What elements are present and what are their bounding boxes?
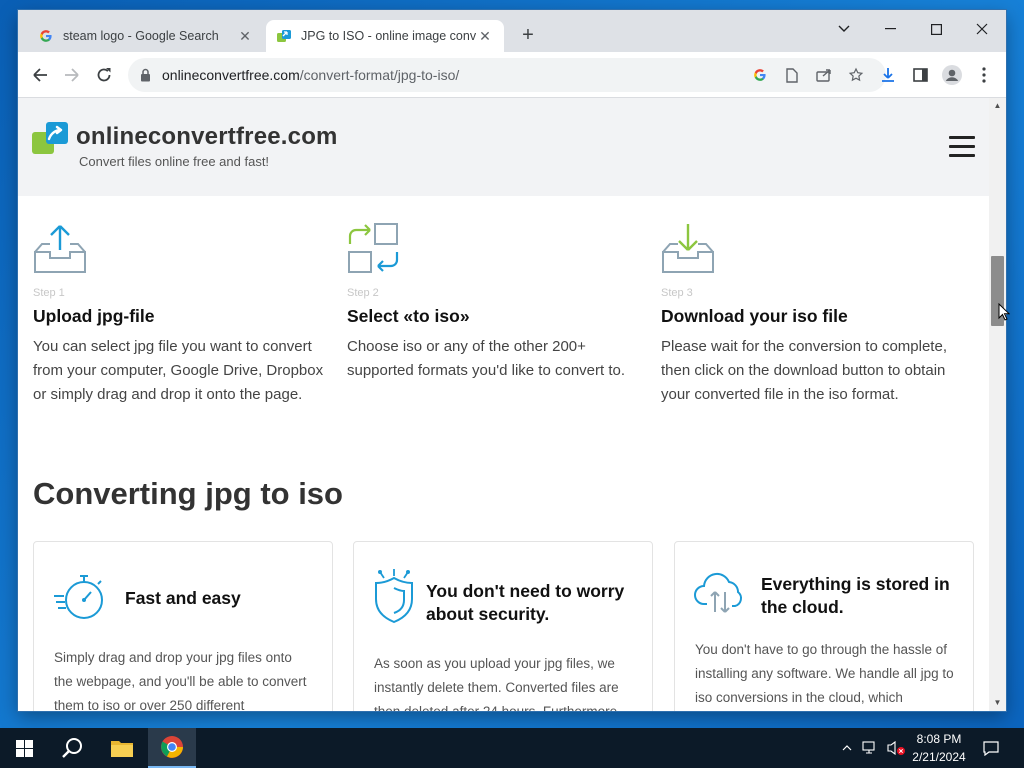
step-body: Please wait for the conversion to comple… (661, 338, 947, 403)
card-body: As soon as you upload your jpg files, we… (374, 656, 621, 711)
system-clock[interactable]: 8:08 PM 2/21/2024 (906, 730, 972, 766)
maximize-icon[interactable] (913, 14, 959, 44)
toolbar: onlineconvertfree.com/convert-format/jpg… (18, 52, 1006, 98)
tray-chevron-icon[interactable] (838, 728, 856, 768)
google-g-icon (38, 28, 54, 44)
onlineconvertfree-icon (276, 28, 292, 44)
close-tab-icon[interactable]: ✕ (476, 28, 494, 45)
page-viewport: onlineconvertfree.com Convert files onli… (18, 98, 1006, 711)
step-body: Choose iso or any of the other 200+ supp… (347, 338, 626, 379)
tab-strip: steam logo - Google Search ✕ JPG to ISO … (18, 10, 1006, 52)
search-icon[interactable] (48, 728, 96, 768)
reload-icon[interactable] (92, 63, 116, 87)
download-tray-icon (661, 222, 715, 276)
star-icon[interactable] (846, 65, 866, 85)
page-icon[interactable] (782, 65, 802, 85)
card-body: You don't have to go through the hassle … (695, 642, 954, 705)
clock-time: 8:08 PM (916, 732, 962, 746)
site-logo-icon[interactable] (32, 122, 70, 154)
site-header: onlineconvertfree.com Convert files onli… (18, 98, 989, 196)
convert-arrows-icon (347, 222, 401, 276)
step-body: You can select jpg file you want to conv… (33, 338, 324, 403)
section-title: Converting jpg to iso (33, 476, 343, 511)
notifications-icon[interactable] (978, 728, 1004, 768)
clock-date: 2/21/2024 (912, 750, 966, 764)
feature-card-security: You don't need to worry about security. … (353, 541, 653, 711)
url-text: onlineconvertfree.com/convert-format/jpg… (162, 67, 459, 83)
stopwatch-icon (52, 568, 110, 626)
forward-icon[interactable] (60, 63, 84, 87)
new-tab-button[interactable]: + (518, 24, 538, 46)
step-label: Step 1 (33, 287, 65, 299)
step-upload: Step 1 Upload jpg-file You can select jp… (33, 222, 328, 407)
volume-muted-icon[interactable] (884, 728, 908, 768)
download-icon[interactable] (876, 63, 900, 87)
step-label: Step 3 (661, 287, 693, 299)
feature-card-fast: Fast and easy Simply drag and drop your … (33, 541, 333, 711)
tab-title: steam logo - Google Search (63, 29, 219, 43)
close-window-icon[interactable] (959, 14, 1005, 44)
step-select: Step 2 Select «to iso» Choose iso or any… (347, 222, 642, 383)
tab-search-icon[interactable] (821, 14, 867, 44)
site-logo-text[interactable]: onlineconvertfree.com (76, 123, 338, 151)
lock-icon[interactable] (140, 68, 152, 82)
step-title: Download your iso file (661, 306, 848, 326)
chrome-window: steam logo - Google Search ✕ JPG to ISO … (18, 10, 1006, 711)
back-icon[interactable] (28, 63, 52, 87)
google-lens-icon[interactable] (750, 65, 770, 85)
step-title: Upload jpg-file (33, 306, 155, 326)
address-bar[interactable]: onlineconvertfree.com/convert-format/jpg… (128, 58, 886, 92)
tab-google-search[interactable]: steam logo - Google Search ✕ (28, 20, 264, 52)
site-tagline: Convert files online free and fast! (79, 154, 270, 169)
card-title: You don't need to worry about security. (426, 581, 625, 624)
mouse-cursor-icon (998, 302, 1011, 321)
cloud-icon (693, 568, 751, 626)
start-windows-icon[interactable] (0, 728, 48, 768)
upload-tray-icon (33, 222, 87, 276)
kebab-menu-icon[interactable] (972, 63, 996, 87)
hamburger-menu-icon[interactable] (949, 136, 975, 158)
file-explorer-icon[interactable] (98, 728, 146, 768)
side-panel-icon[interactable] (908, 63, 932, 87)
tab-title: JPG to ISO - online image conver (301, 29, 476, 43)
network-icon[interactable] (860, 728, 882, 768)
url-host: onlineconvertfree.com (162, 67, 300, 83)
minimize-icon[interactable] (867, 14, 913, 44)
feature-card-cloud: Everything is stored in the cloud. You d… (674, 541, 974, 711)
scroll-down-icon[interactable]: ▼ (989, 696, 1006, 710)
card-body: Simply drag and drop your jpg files onto… (54, 650, 307, 711)
profile-icon[interactable] (940, 63, 964, 87)
url-path: /convert-format/jpg-to-iso/ (299, 67, 460, 83)
scroll-up-icon[interactable]: ▲ (989, 99, 1006, 113)
card-title: Fast and easy (125, 588, 241, 608)
page-scrollbar[interactable]: ▲ ▼ (989, 98, 1006, 711)
close-tab-icon[interactable]: ✕ (236, 28, 254, 45)
share-icon[interactable] (814, 65, 834, 85)
step-label: Step 2 (347, 287, 379, 299)
taskbar: 8:08 PM 2/21/2024 (0, 728, 1024, 768)
step-title: Select «to iso» (347, 306, 470, 326)
shield-icon (370, 568, 428, 626)
card-title: Everything is stored in the cloud. (761, 574, 950, 617)
step-download: Step 3 Download your iso file Please wai… (661, 222, 956, 407)
tab-jpg-to-iso[interactable]: JPG to ISO - online image conver ✕ (266, 20, 504, 52)
chrome-taskbar-icon[interactable] (148, 728, 196, 768)
